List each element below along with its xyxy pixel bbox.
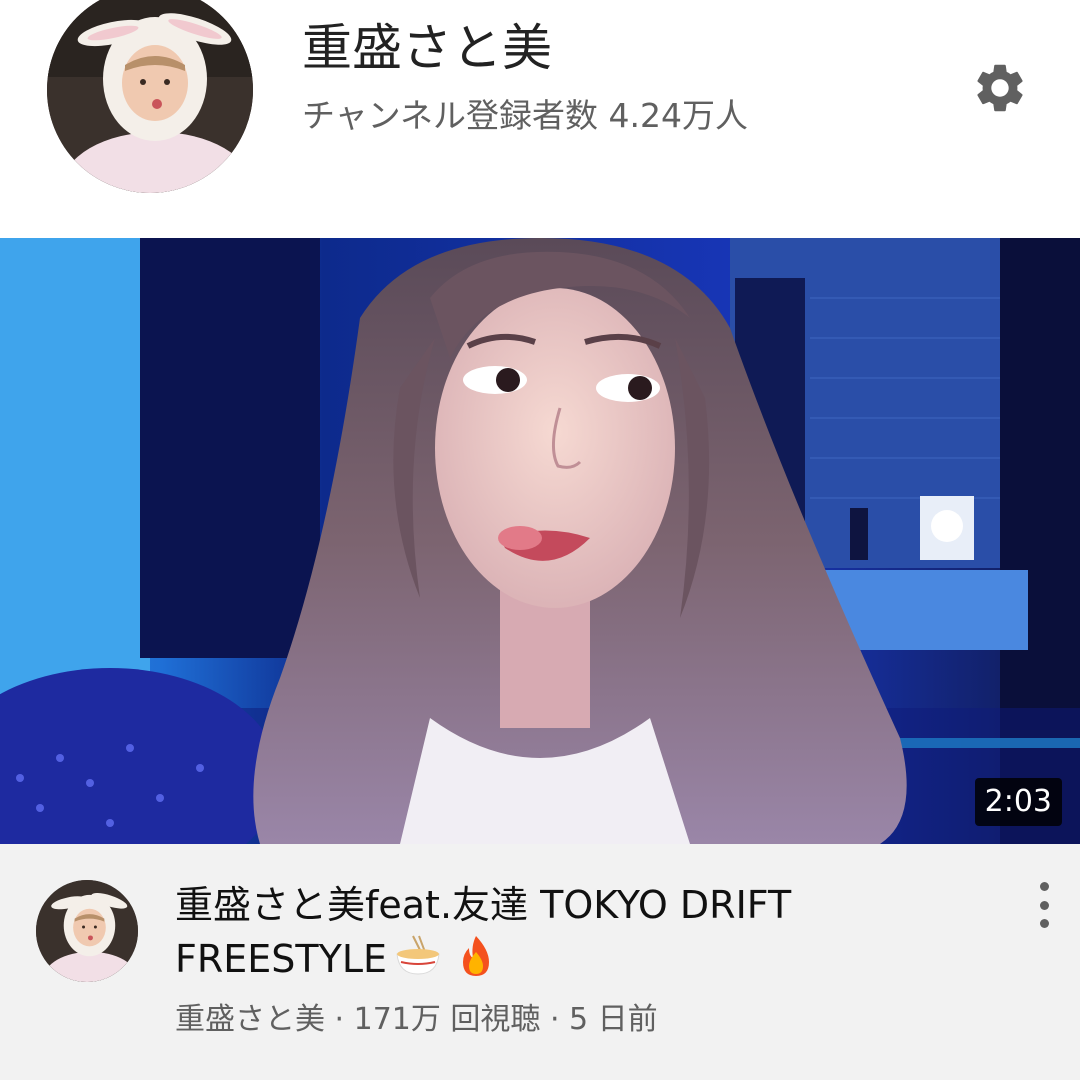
subscriber-count: チャンネル登録者数 4.24万人 <box>302 96 748 135</box>
menu-dot <box>1039 882 1049 891</box>
channel-avatar-image <box>36 880 138 982</box>
video-meta: 重盛さと美 · 171万 回視聴 · 5 日前 <box>175 1000 658 1040</box>
video-title[interactable]: 重盛さと美feat.友達 TOKYO DRIFT FREESTYLE <box>175 878 995 986</box>
menu-dot <box>1039 919 1049 928</box>
gear-icon <box>977 64 1023 112</box>
channel-header: 重盛さと美 チャンネル登録者数 4.24万人 <box>0 0 1080 238</box>
channel-avatar-image <box>47 0 253 193</box>
meta-separator: · <box>325 1002 354 1037</box>
video-channel-avatar[interactable] <box>36 880 138 982</box>
menu-dot <box>1039 900 1049 910</box>
channel-name: 重盛さと美 <box>302 19 552 77</box>
thumbnail-image <box>0 238 1080 844</box>
video-upload-age: 5 日前 <box>569 1002 658 1037</box>
video-meta-channel[interactable]: 重盛さと美 <box>175 1002 325 1037</box>
video-info: 重盛さと美feat.友達 TOKYO DRIFT FREESTYLE 重盛さと美… <box>0 844 1080 1080</box>
channel-avatar[interactable] <box>47 0 253 193</box>
settings-button[interactable] <box>964 52 1036 124</box>
video-thumbnail[interactable]: 2:03 <box>0 238 1080 844</box>
duration-badge: 2:03 <box>974 778 1062 826</box>
meta-separator: · <box>540 1002 570 1037</box>
more-vert-icon[interactable] <box>1024 882 1064 928</box>
channel-page: 重盛さと美 チャンネル登録者数 4.24万人 2:03 重盛さと美feat.友達… <box>0 0 1080 1080</box>
fire-emoji-icon <box>463 936 490 976</box>
ramen-emoji-icon <box>396 935 440 975</box>
video-view-count: 171万 回視聴 <box>353 1002 541 1037</box>
